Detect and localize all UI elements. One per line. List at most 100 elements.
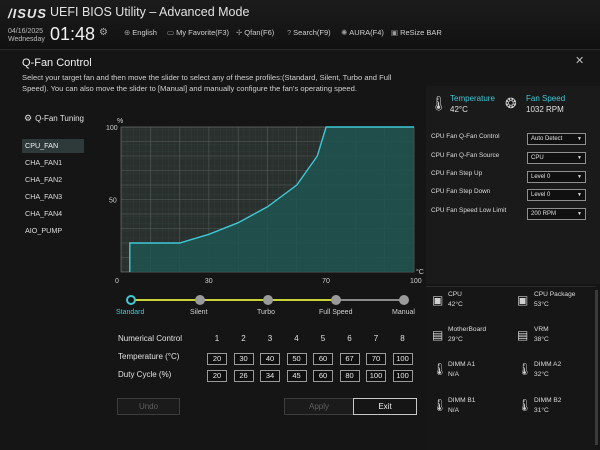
duty-cycle-cell[interactable]: 26 xyxy=(233,370,254,382)
vrm-icon: ▤ xyxy=(517,328,529,342)
duty-cycle-cell[interactable]: 34 xyxy=(260,370,280,382)
profile-dot-silent[interactable] xyxy=(195,295,205,305)
profile-label[interactable]: Standard xyxy=(116,309,144,316)
duty-cycle-cell[interactable]: 100 xyxy=(366,370,386,382)
dimm-a1-thermometer-icon: 🌡 xyxy=(432,362,448,376)
x-tick-label: 70 xyxy=(322,278,330,285)
fan-speed-label: Fan Speed xyxy=(526,94,566,103)
temperature-row-label: Temperature (°C) xyxy=(118,352,180,361)
x-axis-label: °C xyxy=(416,268,424,276)
speed-low-limit-select[interactable]: 200 RPM ▼ xyxy=(527,208,586,220)
sensor-value: 32°C xyxy=(534,371,549,378)
select-value: 200 RPM xyxy=(531,211,557,217)
control-point-number: 4 xyxy=(294,334,299,343)
control-point-number: 5 xyxy=(320,334,326,343)
sensor-name: VRM xyxy=(534,326,549,333)
undo-button[interactable]: Undo xyxy=(117,398,180,415)
profile-label[interactable]: Full Speed xyxy=(319,309,352,316)
dimm-a2-thermometer-icon: 🌡 xyxy=(517,362,533,376)
sensor-value: 53°C xyxy=(534,301,549,308)
cpu-icon: ▣ xyxy=(432,293,444,307)
profile-label[interactable]: Silent xyxy=(190,309,208,316)
dimm-b1-thermometer-icon: 🌡 xyxy=(432,398,448,412)
x-tick-label: 100 xyxy=(410,278,422,285)
duty-cycle-cell[interactable]: 60 xyxy=(313,370,333,382)
chevron-down-icon: ▼ xyxy=(577,211,582,217)
thermometer-icon: 🌡 xyxy=(430,95,448,111)
cpu-package-icon: ▣ xyxy=(517,293,529,307)
temperature-cell[interactable]: 50 xyxy=(286,353,307,365)
setting-label: CPU Fan Q-Fan Source xyxy=(431,152,500,159)
duty-cycle-cell[interactable]: 80 xyxy=(339,370,360,382)
fan-speed-icon: ❂ xyxy=(505,95,517,111)
x-tick-label: 0 xyxy=(115,278,119,285)
numerical-control-label: Numerical Control xyxy=(118,334,183,343)
sensor-name: MotherBoard xyxy=(448,326,487,333)
control-point-number: 6 xyxy=(347,334,352,343)
temperature-label: Temperature xyxy=(450,94,495,103)
control-point-number: 1 xyxy=(214,334,220,343)
control-point-number: 8 xyxy=(400,334,405,343)
sensor-value: 31°C xyxy=(534,407,549,414)
control-point-number: 7 xyxy=(373,334,379,343)
duty-cycle-row-label: Duty Cycle (%) xyxy=(118,370,172,379)
setting-label: CPU Fan Step Up xyxy=(431,170,483,177)
motherboard-icon: ▤ xyxy=(432,328,444,342)
apply-button[interactable]: Apply xyxy=(284,398,354,415)
sensor-name: DIMM A1 xyxy=(448,361,476,368)
qfan-control-select[interactable]: Auto Detect ▼ xyxy=(527,133,586,145)
select-value: Auto Detect xyxy=(531,136,563,142)
fan-settings-panel xyxy=(426,86,600,284)
temperature-cell[interactable]: 40 xyxy=(260,353,280,365)
fan-speed-value: 1032 RPM xyxy=(526,105,564,114)
sensor-name: CPU xyxy=(448,291,462,298)
y-axis-label: % xyxy=(117,118,123,125)
chevron-down-icon: ▼ xyxy=(577,192,582,198)
slider-track xyxy=(335,299,403,301)
temperature-cell[interactable]: 100 xyxy=(392,353,413,365)
y-tick-label: 50 xyxy=(109,198,117,205)
sensor-value: N/A xyxy=(448,407,459,414)
control-point-number: 3 xyxy=(267,334,273,343)
profile-dot-turbo[interactable] xyxy=(263,295,273,305)
duty-cycle-cell[interactable]: 100 xyxy=(392,370,413,382)
profile-dot-manual[interactable] xyxy=(399,295,409,305)
profile-slider[interactable]: Standard Silent Turbo Full Speed Manual xyxy=(115,290,415,320)
setting-label: CPU Fan Q-Fan Control xyxy=(431,133,500,140)
dimm-b2-thermometer-icon: 🌡 xyxy=(517,398,533,412)
chevron-down-icon: ▼ xyxy=(577,174,582,180)
step-up-select[interactable]: Level 0 ▼ xyxy=(527,171,586,183)
sensor-panel xyxy=(426,286,596,450)
temperature-value: 42°C xyxy=(450,105,468,114)
temperature-cell[interactable]: 70 xyxy=(366,353,386,365)
select-value: Level 0 xyxy=(531,192,551,198)
duty-cycle-cell[interactable]: 20 xyxy=(207,370,227,382)
duty-cycle-cell[interactable]: 45 xyxy=(286,370,307,382)
sensor-value: 38°C xyxy=(534,336,549,343)
qfan-source-select[interactable]: CPU ▼ xyxy=(527,152,586,164)
sensor-value: N/A xyxy=(448,371,459,378)
temperature-cell[interactable]: 60 xyxy=(313,353,333,365)
setting-label: CPU Fan Speed Low Limit xyxy=(431,207,507,214)
profile-label[interactable]: Turbo xyxy=(257,309,275,316)
sensor-value: 42°C xyxy=(448,301,463,308)
exit-button[interactable]: Exit xyxy=(353,398,417,415)
profile-label[interactable]: Manual xyxy=(392,309,415,316)
temperature-cell[interactable]: 20 xyxy=(207,353,227,365)
slider-track-active xyxy=(131,299,349,301)
step-down-select[interactable]: Level 0 ▼ xyxy=(527,189,586,201)
temperature-cell[interactable]: 30 xyxy=(233,353,254,365)
sensor-scrollbar[interactable] xyxy=(595,290,598,445)
control-point-number: 2 xyxy=(241,334,246,343)
profile-dot-full-speed[interactable] xyxy=(331,295,341,305)
profile-dot-standard[interactable] xyxy=(126,295,136,305)
chevron-down-icon: ▼ xyxy=(577,155,582,161)
chevron-down-icon: ▼ xyxy=(577,136,582,142)
sensor-name: DIMM B1 xyxy=(448,397,476,404)
x-tick-label: 30 xyxy=(205,278,213,285)
sensor-name: CPU Package xyxy=(534,291,576,298)
sensor-value: 29°C xyxy=(448,336,463,343)
select-value: Level 0 xyxy=(531,174,551,180)
sensor-name: DIMM A2 xyxy=(534,361,562,368)
temperature-cell[interactable]: 67 xyxy=(339,353,360,365)
